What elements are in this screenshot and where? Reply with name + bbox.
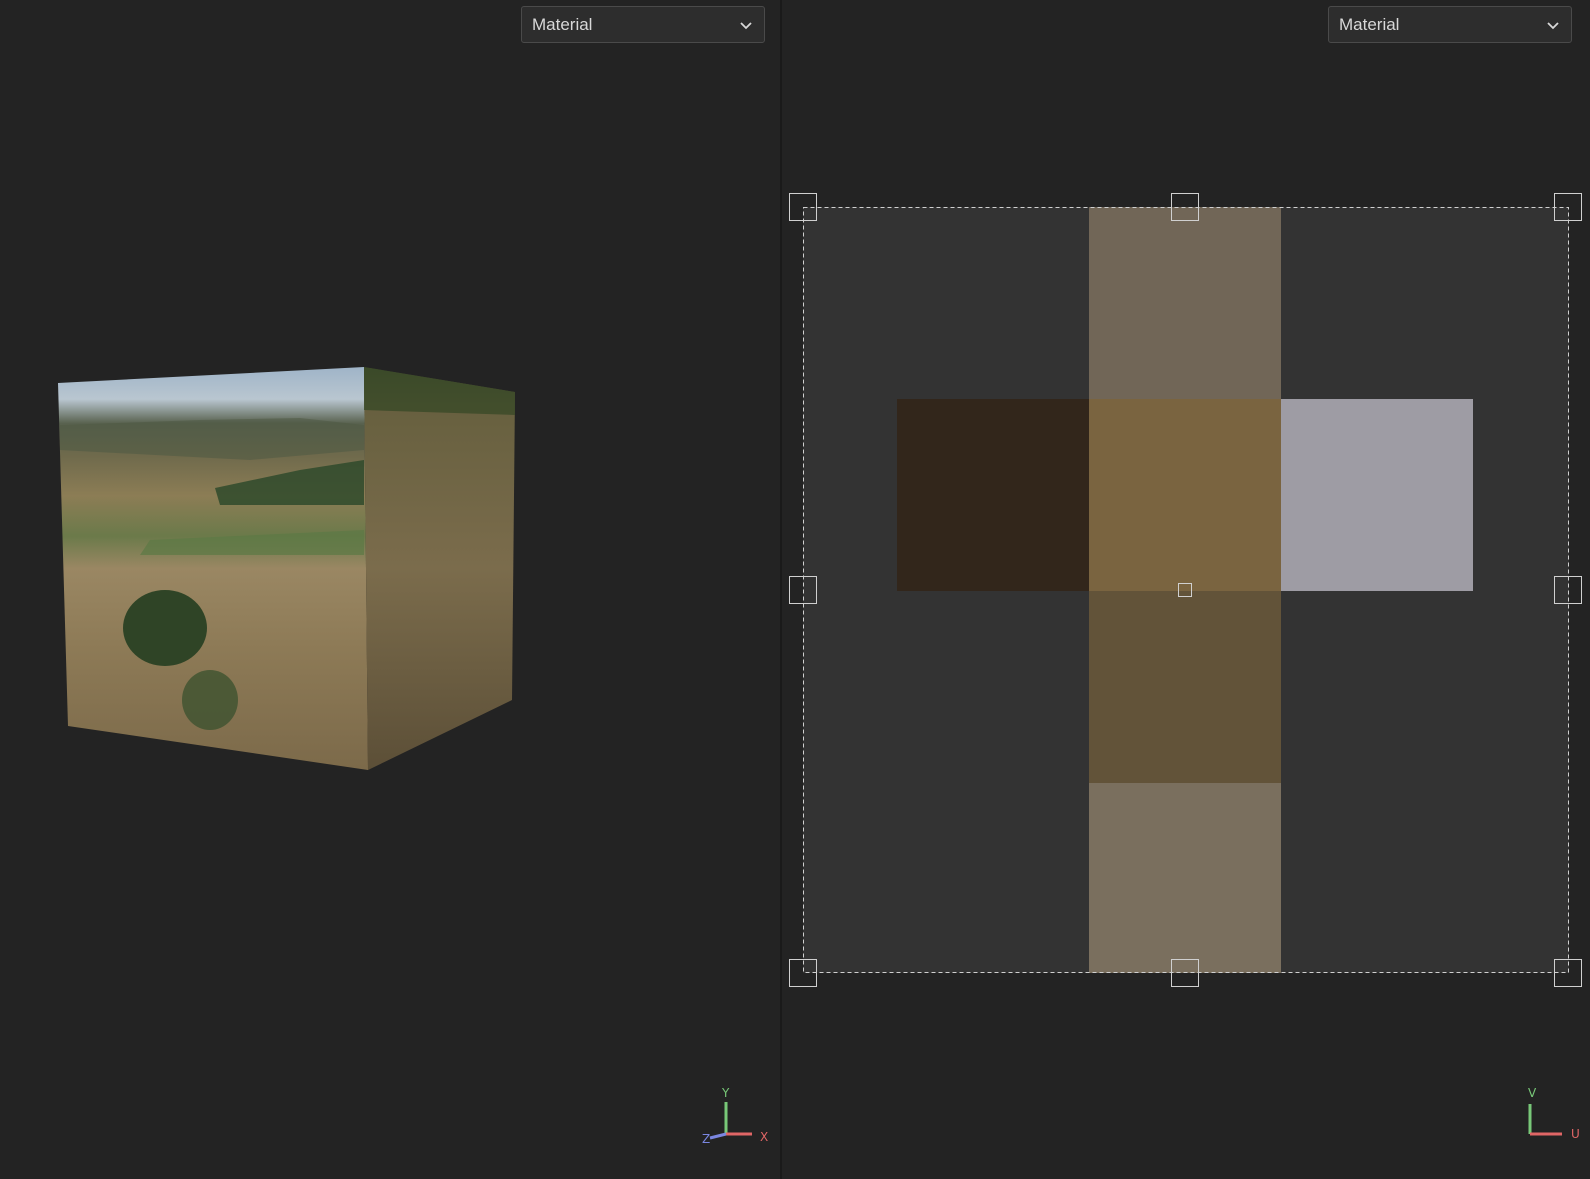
textured-cube[interactable] bbox=[0, 0, 780, 1179]
bush bbox=[182, 670, 238, 730]
uv-editor[interactable]: Material V U bbox=[782, 0, 1590, 1179]
pivot-handle[interactable] bbox=[1178, 583, 1192, 597]
uv-face-center[interactable] bbox=[1089, 399, 1281, 591]
handle-top-right[interactable] bbox=[1554, 193, 1582, 221]
3d-viewport[interactable]: Material Y X Z bbox=[0, 0, 780, 1179]
handle-top-left[interactable] bbox=[789, 193, 817, 221]
cube-side-face bbox=[364, 367, 515, 770]
uv-face-top[interactable] bbox=[1089, 207, 1281, 399]
handle-middle-right[interactable] bbox=[1554, 576, 1582, 604]
z-axis-label: Z bbox=[702, 1132, 711, 1146]
uv-face-left[interactable] bbox=[897, 399, 1089, 591]
handle-top-center[interactable] bbox=[1171, 193, 1199, 221]
tree bbox=[123, 590, 207, 666]
y-axis-label: Y bbox=[722, 1086, 730, 1100]
v-axis-label: V bbox=[1528, 1086, 1537, 1100]
side-top-foliage bbox=[364, 367, 515, 415]
uv-face-lower[interactable] bbox=[1089, 591, 1281, 783]
x-axis-label: X bbox=[760, 1130, 769, 1144]
u-axis-label: U bbox=[1571, 1127, 1580, 1141]
uv-face-bottom[interactable] bbox=[1089, 783, 1281, 973]
handle-bottom-center[interactable] bbox=[1171, 959, 1199, 987]
handle-bottom-right[interactable] bbox=[1554, 959, 1582, 987]
uv-face-right[interactable] bbox=[1281, 399, 1473, 591]
uv-axis-gizmo bbox=[1528, 1104, 1562, 1136]
handle-bottom-left[interactable] bbox=[789, 959, 817, 987]
handle-middle-left[interactable] bbox=[789, 576, 817, 604]
